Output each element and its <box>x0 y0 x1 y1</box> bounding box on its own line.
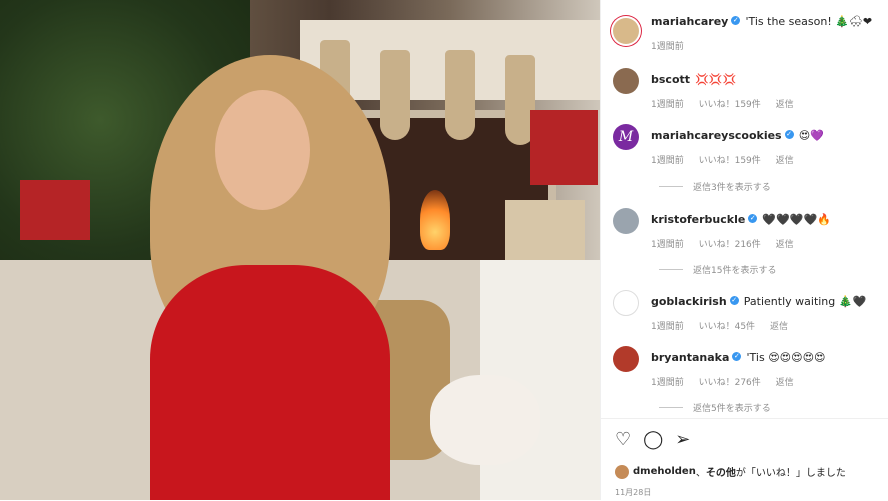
reply-button[interactable]: 返信 <box>770 322 788 332</box>
comment-item: goblackirish ✓ Patiently waiting 🎄🖤 1週間前 … <box>613 290 883 332</box>
view-replies-label: 返信15件を表示する <box>693 266 777 276</box>
reply-button[interactable]: 返信 <box>776 156 794 166</box>
comment-time: 1週間前 <box>651 378 684 388</box>
verified-badge-icon: ✓ <box>729 296 739 305</box>
comment-icon[interactable]: ◯ <box>643 431 663 449</box>
caption-time: 1週間前 <box>651 42 684 52</box>
comment-username[interactable]: goblackirish <box>651 295 727 308</box>
comment-likes[interactable]: いいね！216件 <box>699 240 761 250</box>
view-replies-button[interactable]: 返信3件を表示する <box>659 180 771 193</box>
avatar[interactable]: M <box>613 124 639 150</box>
comment-text: 😍💜 <box>798 129 824 142</box>
comment-likes[interactable]: いいね！276件 <box>699 378 761 388</box>
divider <box>659 269 683 270</box>
comment-time: 1週間前 <box>651 322 684 332</box>
gift-box <box>20 180 90 240</box>
comment-text: Patiently waiting 🎄🖤 <box>743 295 867 308</box>
avatar[interactable] <box>613 290 639 316</box>
comment-item: bscott 💢💢💢 1週間前 いいね！159件 返信 <box>613 68 883 110</box>
post-caption: mariahcarey ✓ 'Tis the season! 🎄🌨❤ 1週間前 <box>613 10 872 52</box>
heart-icon[interactable]: ♡ <box>615 431 631 449</box>
face <box>215 90 310 210</box>
comment-username[interactable]: bscott <box>651 73 690 86</box>
comment-text: 🖤🖤🖤🖤🔥 <box>762 213 831 226</box>
fire <box>420 190 450 250</box>
comment-username[interactable]: bryantanaka <box>651 351 729 364</box>
divider <box>659 407 683 408</box>
post-date: 11月28日 <box>615 488 652 497</box>
comment-item: M mariahcareyscookies ✓ 😍💜 1週間前 いいね！159件 … <box>613 124 883 166</box>
comment-time: 1週間前 <box>651 100 684 110</box>
comment-username[interactable]: kristoferbuckle <box>651 213 745 226</box>
comment-item: bryantanaka ✓ 'Tis 😍😍😍😍😍 1週間前 いいね！276件 返信 <box>613 346 883 388</box>
liked-by-others[interactable]: その他 <box>706 464 736 479</box>
verified-badge-icon: ✓ <box>731 16 741 25</box>
comment-likes[interactable]: いいね！159件 <box>699 156 761 166</box>
comment-username[interactable]: mariahcareyscookies <box>651 129 782 142</box>
avatar[interactable] <box>613 18 639 44</box>
stocking <box>445 50 475 140</box>
share-icon[interactable]: ➢ <box>675 431 690 449</box>
view-replies-label: 返信3件を表示する <box>693 183 771 193</box>
liked-by: dmeholden、その他 が「いいね！」しました <box>615 464 846 479</box>
action-bar: ♡ ◯ ➢ dmeholden、その他 が「いいね！」しました 11月28日 <box>601 418 888 501</box>
verified-badge-icon: ✓ <box>748 214 758 223</box>
liked-by-user[interactable]: dmeholden <box>633 466 696 477</box>
comment-likes[interactable]: いいね！45件 <box>699 322 755 332</box>
comment-likes[interactable]: いいね！159件 <box>699 100 761 110</box>
reply-button[interactable]: 返信 <box>776 240 794 250</box>
stocking <box>380 50 410 140</box>
verified-badge-icon: ✓ <box>784 130 794 139</box>
view-replies-label: 返信5件を表示する <box>693 404 771 414</box>
view-replies-button[interactable]: 返信15件を表示する <box>659 263 776 276</box>
comment-text: 'Tis 😍😍😍😍😍 <box>746 351 826 364</box>
comment-time: 1週間前 <box>651 240 684 250</box>
comment-time: 1週間前 <box>651 156 684 166</box>
author-username[interactable]: mariahcarey <box>651 15 728 28</box>
avatar[interactable] <box>613 346 639 372</box>
reply-button[interactable]: 返信 <box>776 378 794 388</box>
liked-by-separator: 、 <box>695 468 706 479</box>
avatar[interactable] <box>613 68 639 94</box>
dog <box>430 375 540 465</box>
comment-item: kristoferbuckle ✓ 🖤🖤🖤🖤🔥 1週間前 いいね！216件 返信 <box>613 208 883 250</box>
avatar[interactable] <box>613 208 639 234</box>
comment-text: 💢💢💢 <box>695 73 737 86</box>
red-dress <box>150 265 390 500</box>
caption-body: mariahcarey ✓ 'Tis the season! 🎄🌨❤ 1週間前 <box>651 10 872 52</box>
view-replies-button[interactable]: 返信5件を表示する <box>659 401 771 414</box>
verified-badge-icon: ✓ <box>732 352 742 361</box>
comments-panel: mariahcarey ✓ 'Tis the season! 🎄🌨❤ 1週間前 b… <box>600 0 888 500</box>
avatar <box>615 464 629 479</box>
caption-text: 'Tis the season! 🎄🌨❤ <box>745 15 873 28</box>
gift-box <box>530 110 598 185</box>
liked-by-suffix: が「いいね！」しました <box>735 468 846 479</box>
divider <box>659 186 683 187</box>
reply-button[interactable]: 返信 <box>776 100 794 110</box>
post-photo[interactable] <box>0 0 600 500</box>
